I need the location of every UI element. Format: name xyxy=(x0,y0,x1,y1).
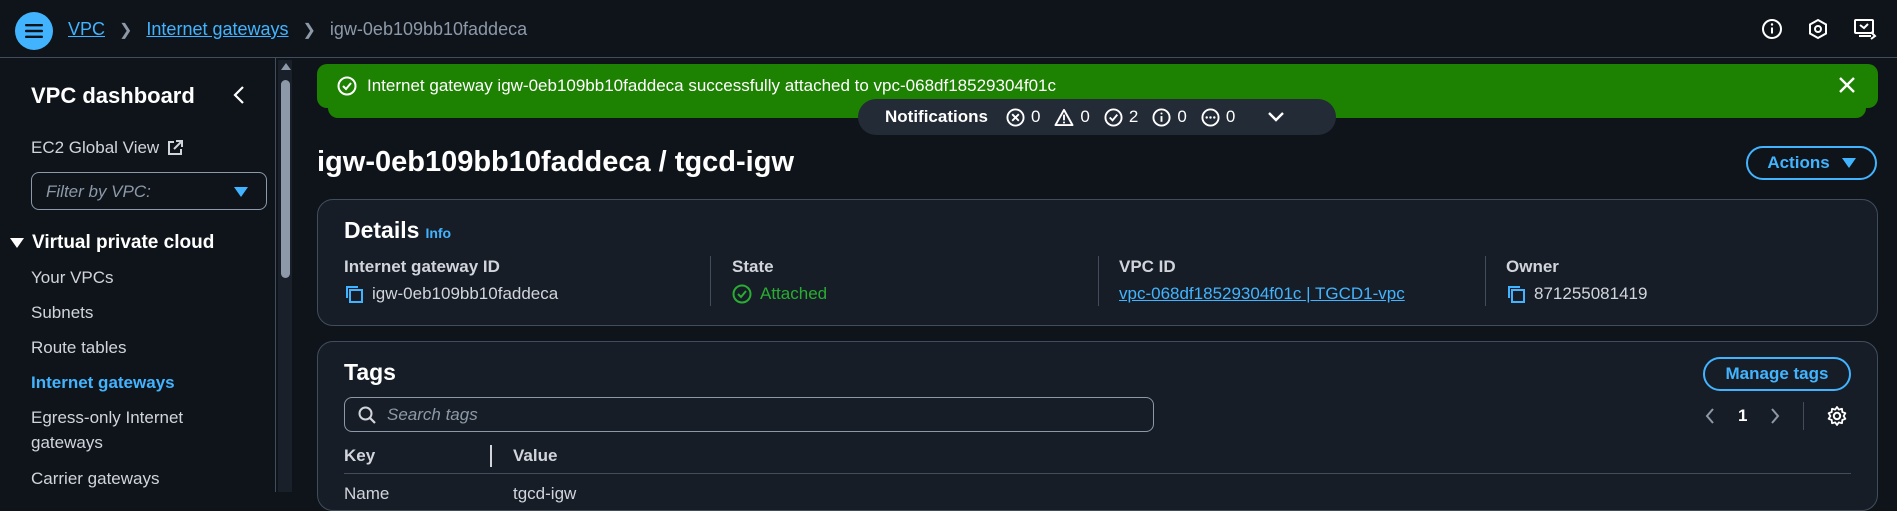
column-header-key[interactable]: Key xyxy=(344,446,375,466)
pager-divider xyxy=(1803,402,1805,430)
sidebar-item-your-vpcs[interactable]: Your VPCs xyxy=(31,265,231,290)
tag-key-cell: Name xyxy=(344,484,390,503)
sidebar-item-internet-gateways[interactable]: Internet gateways xyxy=(31,370,231,395)
chevron-right-icon: ❯ xyxy=(119,21,133,39)
success-icon xyxy=(1104,107,1123,127)
sidebar-item-egress-only-internet-gateways[interactable]: Egress-only Internet gateways xyxy=(31,405,231,455)
sidebar-item-carrier-gateways[interactable]: Carrier gateways xyxy=(31,466,231,491)
owner-value-row: 871255081419 xyxy=(1506,284,1647,304)
page-title: igw-0eb109bb10faddeca / tgcd-igw xyxy=(317,146,794,178)
gateway-id-field: Internet gateway ID igw-0eb109bb10faddec… xyxy=(344,257,558,304)
details-panel: Details Info Internet gateway ID igw-0eb1… xyxy=(317,199,1878,326)
copy-icon[interactable] xyxy=(344,284,364,304)
info-icon xyxy=(1152,107,1171,127)
notifications-label: Notifications xyxy=(885,107,988,126)
breadcrumb-vpc[interactable]: VPC xyxy=(68,19,105,40)
feedback-icon[interactable] xyxy=(1853,18,1877,40)
scroll-up-icon[interactable] xyxy=(281,63,291,70)
manage-tags-button[interactable]: Manage tags xyxy=(1703,357,1851,391)
page-number[interactable]: 1 xyxy=(1738,406,1747,426)
column-header-value[interactable]: Value xyxy=(513,446,557,466)
section-label: Virtual private cloud xyxy=(32,232,215,253)
sidebar-item-label: EC2 Global View xyxy=(31,138,160,157)
sidebar-item-route-tables[interactable]: Route tables xyxy=(31,335,231,360)
caret-down-icon xyxy=(1841,158,1856,168)
tag-value-cell: tgcd-igw xyxy=(513,484,577,503)
gateway-id-label: Internet gateway ID xyxy=(344,257,500,276)
chevron-left-icon[interactable] xyxy=(232,84,246,106)
search-tags-input[interactable]: Search tags xyxy=(344,397,1154,432)
gateway-id-value: igw-0eb109bb10faddeca xyxy=(372,284,559,303)
sidebar-section-virtual-private-cloud[interactable]: Virtual private cloud xyxy=(10,232,214,254)
copy-icon[interactable] xyxy=(1506,284,1526,304)
gear-icon[interactable] xyxy=(1826,405,1848,427)
header-divider xyxy=(344,473,1851,474)
tags-heading: Tags xyxy=(344,359,396,385)
sidebar-title[interactable]: VPC dashboard xyxy=(31,83,195,109)
tags-panel: Tags Manage tags Search tags 1 Key Value… xyxy=(317,341,1878,511)
owner-field: Owner 871255081419 xyxy=(1506,257,1647,304)
external-link-icon xyxy=(168,140,184,155)
owner-label: Owner xyxy=(1506,257,1559,276)
actions-button[interactable]: Actions xyxy=(1746,146,1877,180)
state-field: State Attached xyxy=(732,257,827,304)
close-icon[interactable] xyxy=(1836,74,1858,96)
chevron-down-icon[interactable] xyxy=(1267,111,1285,123)
chevron-right-icon[interactable] xyxy=(1769,407,1781,425)
warning-count-value: 0 xyxy=(1080,107,1090,126)
vpc-id-field: VPC ID vpc-068df18529304f01c | TGCD1-vpc xyxy=(1119,257,1405,304)
chevron-left-icon[interactable] xyxy=(1704,407,1716,425)
breadcrumb-internet-gateways[interactable]: Internet gateways xyxy=(146,19,288,40)
warning-count: 0 xyxy=(1054,107,1090,127)
success-status-icon xyxy=(732,284,752,304)
owner-value: 871255081419 xyxy=(1534,284,1648,303)
filter-by-vpc-select[interactable]: Filter by VPC: xyxy=(31,172,267,210)
sidebar-item-ec2-global-view[interactable]: EC2 Global View xyxy=(31,138,184,158)
success-count-value: 2 xyxy=(1128,107,1139,126)
settings-hex-icon[interactable] xyxy=(1807,18,1829,40)
top-navigation: VPC ❯ Internet gateways ❯ igw-0eb109bb10… xyxy=(0,0,1897,58)
search-placeholder: Search tags xyxy=(387,404,478,424)
notifications-bar[interactable]: Notifications 0 0 2 0 0 xyxy=(858,99,1336,135)
state-value-row: Attached xyxy=(732,284,827,304)
success-count: 2 xyxy=(1104,107,1138,127)
state-value: Attached xyxy=(760,284,828,303)
state-label: State xyxy=(732,257,774,276)
column-divider xyxy=(1098,256,1099,306)
column-divider xyxy=(710,256,711,306)
actions-label: Actions xyxy=(1767,153,1830,172)
in-progress-count: 0 xyxy=(1201,107,1235,127)
error-icon xyxy=(1006,107,1025,127)
vpc-id-link[interactable]: vpc-068df18529304f01c | TGCD1-vpc xyxy=(1119,284,1405,304)
column-resizer[interactable] xyxy=(490,445,492,467)
details-heading-text: Details xyxy=(344,217,420,243)
info-count-value: 0 xyxy=(1177,107,1187,126)
scrollbar-thumb[interactable] xyxy=(281,80,290,278)
warning-icon xyxy=(1054,108,1074,126)
info-count: 0 xyxy=(1152,107,1187,127)
breadcrumb-current: igw-0eb109bb10faddeca xyxy=(329,19,528,39)
gateway-id-value-row: igw-0eb109bb10faddeca xyxy=(344,284,558,304)
in-progress-count-value: 0 xyxy=(1225,107,1236,126)
pagination: 1 xyxy=(1704,402,1848,430)
chevron-right-icon: ❯ xyxy=(302,21,316,39)
error-count-value: 0 xyxy=(1030,107,1041,126)
vpc-id-value-row: vpc-068df18529304f01c | TGCD1-vpc xyxy=(1119,284,1405,304)
info-icon[interactable] xyxy=(1761,18,1783,40)
menu-icon[interactable] xyxy=(15,12,53,50)
details-heading: Details Info xyxy=(344,217,451,244)
in-progress-icon xyxy=(1201,107,1220,127)
filter-placeholder: Filter by VPC: xyxy=(46,182,151,201)
flash-message: Internet gateway igw-0eb109bb10faddeca s… xyxy=(367,76,1056,95)
caret-down-icon xyxy=(10,238,24,248)
search-icon xyxy=(358,406,376,424)
check-circle-icon xyxy=(337,76,357,96)
error-count: 0 xyxy=(1006,107,1040,127)
info-link[interactable]: Info xyxy=(425,225,451,241)
vpc-id-label: VPC ID xyxy=(1119,257,1176,276)
breadcrumb: VPC ❯ Internet gateways ❯ igw-0eb109bb10… xyxy=(68,19,527,40)
caret-down-icon xyxy=(234,187,248,197)
sidebar-item-subnets[interactable]: Subnets xyxy=(31,300,231,325)
column-divider xyxy=(1485,256,1486,306)
